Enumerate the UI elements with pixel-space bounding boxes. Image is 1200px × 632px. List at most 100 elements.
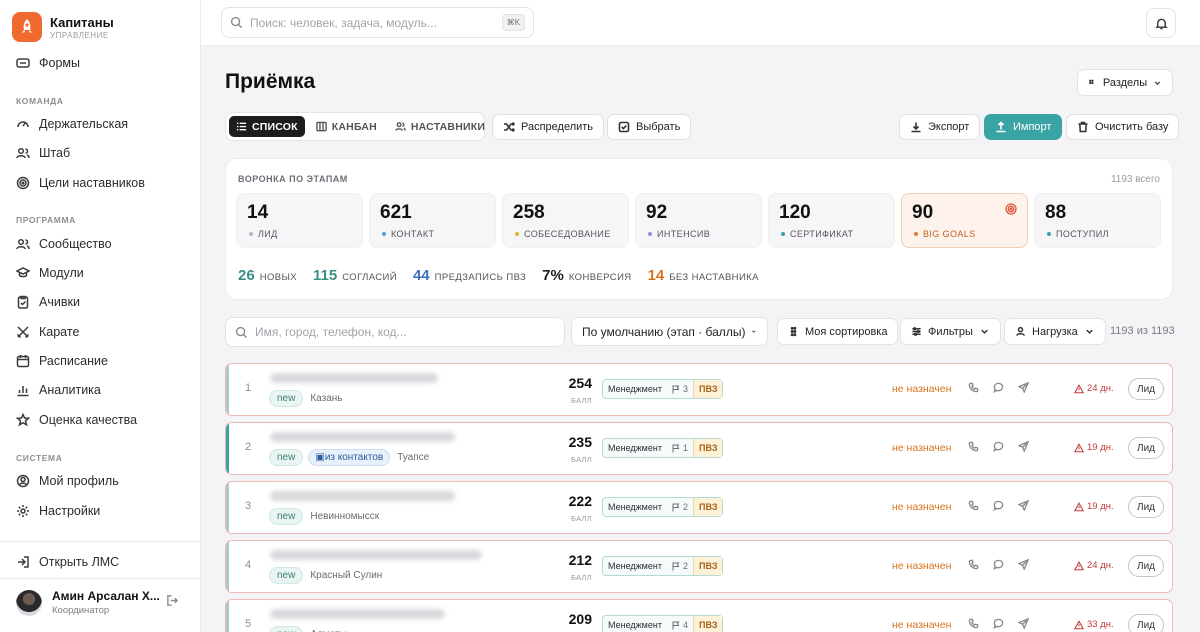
filters-label: Фильтры — [928, 325, 973, 338]
mentor-status[interactable]: не назначен — [892, 560, 951, 572]
load-dropdown[interactable]: Нагрузка — [1004, 318, 1106, 345]
sections-dropdown[interactable]: Разделы — [1077, 69, 1173, 96]
sidebar-item-community[interactable]: Сообщество — [16, 234, 112, 254]
phone-icon[interactable] — [968, 441, 979, 452]
global-search-input[interactable] — [250, 15, 495, 30]
sidebar-item-modules[interactable]: Модули — [16, 263, 84, 283]
notifications-button[interactable] — [1146, 8, 1176, 38]
row-tags: newАлматы — [269, 626, 347, 632]
filters-dropdown[interactable]: Фильтры — [900, 318, 1001, 345]
chat-icon[interactable] — [993, 382, 1004, 393]
tab-kanban[interactable]: Канбан — [309, 116, 384, 137]
sort-select[interactable]: По умолчанию (этап · баллы) — [571, 317, 768, 346]
candidate-name-redacted[interactable] — [270, 550, 482, 560]
candidate-search-input[interactable] — [255, 325, 555, 339]
send-icon[interactable] — [1018, 441, 1029, 452]
open-lms-link[interactable]: Открыть ЛМС — [16, 552, 119, 572]
distribute-button[interactable]: Распределить — [492, 114, 605, 140]
sidebar-item-staff[interactable]: Штаб — [16, 143, 70, 163]
from-contacts-label: из контактов — [324, 452, 384, 463]
warning-icon — [1074, 383, 1084, 393]
global-search[interactable]: ⌘K — [221, 7, 534, 38]
sidebar-item-mentor-goals[interactable]: Цели наставников — [16, 173, 145, 193]
send-icon[interactable] — [1018, 382, 1029, 393]
logout-icon[interactable] — [166, 594, 179, 610]
mentor-status[interactable]: не назначен — [892, 501, 951, 513]
brand[interactable]: Капитаны управление — [12, 12, 114, 42]
sidebar-item-analytics[interactable]: Аналитика — [16, 380, 101, 400]
stage-button[interactable]: Лид — [1128, 378, 1164, 400]
send-icon[interactable] — [1018, 500, 1029, 511]
stage-button[interactable]: Лид — [1128, 496, 1164, 518]
sidebar-item-schedule[interactable]: Расписание — [16, 351, 108, 371]
phone-icon[interactable] — [968, 500, 979, 511]
sidebar-item-holding[interactable]: Держательская — [16, 114, 128, 134]
sidebar-item-settings[interactable]: Настройки — [16, 501, 100, 521]
clear-base-button[interactable]: Очистить базу — [1066, 114, 1180, 140]
mentor-status[interactable]: не назначен — [892, 619, 951, 631]
candidate-search[interactable] — [225, 317, 565, 347]
flags-value: 3 — [682, 384, 688, 394]
sidebar-item-profile[interactable]: Мой профиль — [16, 471, 119, 491]
phone-icon[interactable] — [968, 382, 979, 393]
warning-icon — [1074, 560, 1084, 570]
phone-icon[interactable] — [968, 559, 979, 570]
chat-icon[interactable] — [993, 618, 1004, 629]
funnel-stage[interactable]: 14 Лид — [236, 193, 363, 248]
candidate-name-redacted[interactable] — [270, 491, 455, 501]
trash-icon — [1078, 121, 1088, 133]
send-icon[interactable] — [1018, 618, 1029, 629]
chat-icon[interactable] — [993, 559, 1004, 570]
candidate-name-redacted[interactable] — [270, 609, 445, 619]
export-button[interactable]: Экспорт — [899, 114, 981, 140]
funnel-stage[interactable]: 90 Big goals — [901, 193, 1028, 248]
candidate-city: Красный Сулин — [310, 570, 383, 581]
mentor-status[interactable]: не назначен — [892, 442, 951, 454]
row-actions — [968, 441, 1029, 452]
stage-button[interactable]: Лид — [1128, 614, 1164, 632]
candidate-row[interactable]: 1 new Казань 254 БАЛЛ Менеджмент 3 ПВЗ не назнач… — [225, 363, 1173, 416]
candidate-row[interactable]: 4 new Красный Сулин 212 БАЛЛ Менеджмент 2 ПВЗ не… — [225, 540, 1173, 593]
mentor-status[interactable]: не назначен — [892, 383, 951, 395]
phone-icon[interactable] — [968, 618, 979, 629]
funnel-stage[interactable]: 88 Поступил — [1034, 193, 1161, 248]
candidate-row[interactable]: 5newАлматы209БАЛЛМенеджмент4ПВЗне назнач… — [225, 599, 1173, 632]
summary-new[interactable]: 26 новых — [238, 267, 297, 284]
send-icon[interactable] — [1018, 559, 1029, 570]
stage-count: 258 — [513, 202, 545, 223]
star-icon — [16, 413, 30, 427]
candidate-row[interactable]: 2 new ▣из контактов Туапсе 235 БАЛЛ Менеджмент… — [225, 422, 1173, 475]
chat-icon[interactable] — [993, 441, 1004, 452]
sidebar-item-achievements[interactable]: Ачивки — [16, 292, 80, 312]
stage-button[interactable]: Лид — [1128, 437, 1164, 459]
funnel-stage[interactable]: 92 Интенсив — [635, 193, 762, 248]
sidebar-item-quality[interactable]: Оценка качества — [16, 410, 137, 430]
candidate-row[interactable]: 3 new Невинномысск 222 БАЛЛ Менеджмент 2 ПВЗ не … — [225, 481, 1173, 534]
funnel-stage[interactable]: 621 Контакт — [369, 193, 496, 248]
days-value: 24 дн. — [1087, 560, 1114, 571]
funnel-total: 1193 всего — [1110, 174, 1160, 185]
candidate-name-redacted[interactable] — [270, 373, 438, 383]
summary-no-mentor[interactable]: 14 без наставника — [648, 267, 759, 284]
chat-icon[interactable] — [993, 500, 1004, 511]
tab-mentors[interactable]: Наставники — [388, 116, 492, 137]
summary-preregistration[interactable]: 44 предзапись ПВЗ — [413, 267, 526, 284]
warning-icon — [1074, 501, 1084, 511]
funnel-stage[interactable]: 258 Собеседование — [502, 193, 629, 248]
select-button[interactable]: Выбрать — [607, 114, 692, 140]
my-sort-button[interactable]: Моя сортировка — [777, 318, 899, 345]
import-button[interactable]: Импорт — [984, 114, 1063, 140]
select-label: Выбрать — [636, 121, 681, 133]
stage-count: 621 — [380, 202, 412, 223]
candidate-name-redacted[interactable] — [270, 432, 455, 442]
sidebar-item-karate[interactable]: Карате — [16, 322, 79, 342]
user-circle-icon — [16, 474, 30, 488]
stage-button[interactable]: Лид — [1128, 555, 1164, 577]
tab-list[interactable]: Список — [229, 116, 305, 137]
summary-consents[interactable]: 115 согласий — [313, 267, 397, 284]
bell-icon — [1154, 18, 1168, 29]
user-profile[interactable]: Амин Арсалан Х... Координатор — [16, 589, 160, 616]
funnel-stage[interactable]: 120 Сертификат — [768, 193, 895, 248]
candidate-city: Казань — [310, 393, 343, 404]
sidebar-item-forms[interactable]: Формы — [16, 53, 80, 73]
